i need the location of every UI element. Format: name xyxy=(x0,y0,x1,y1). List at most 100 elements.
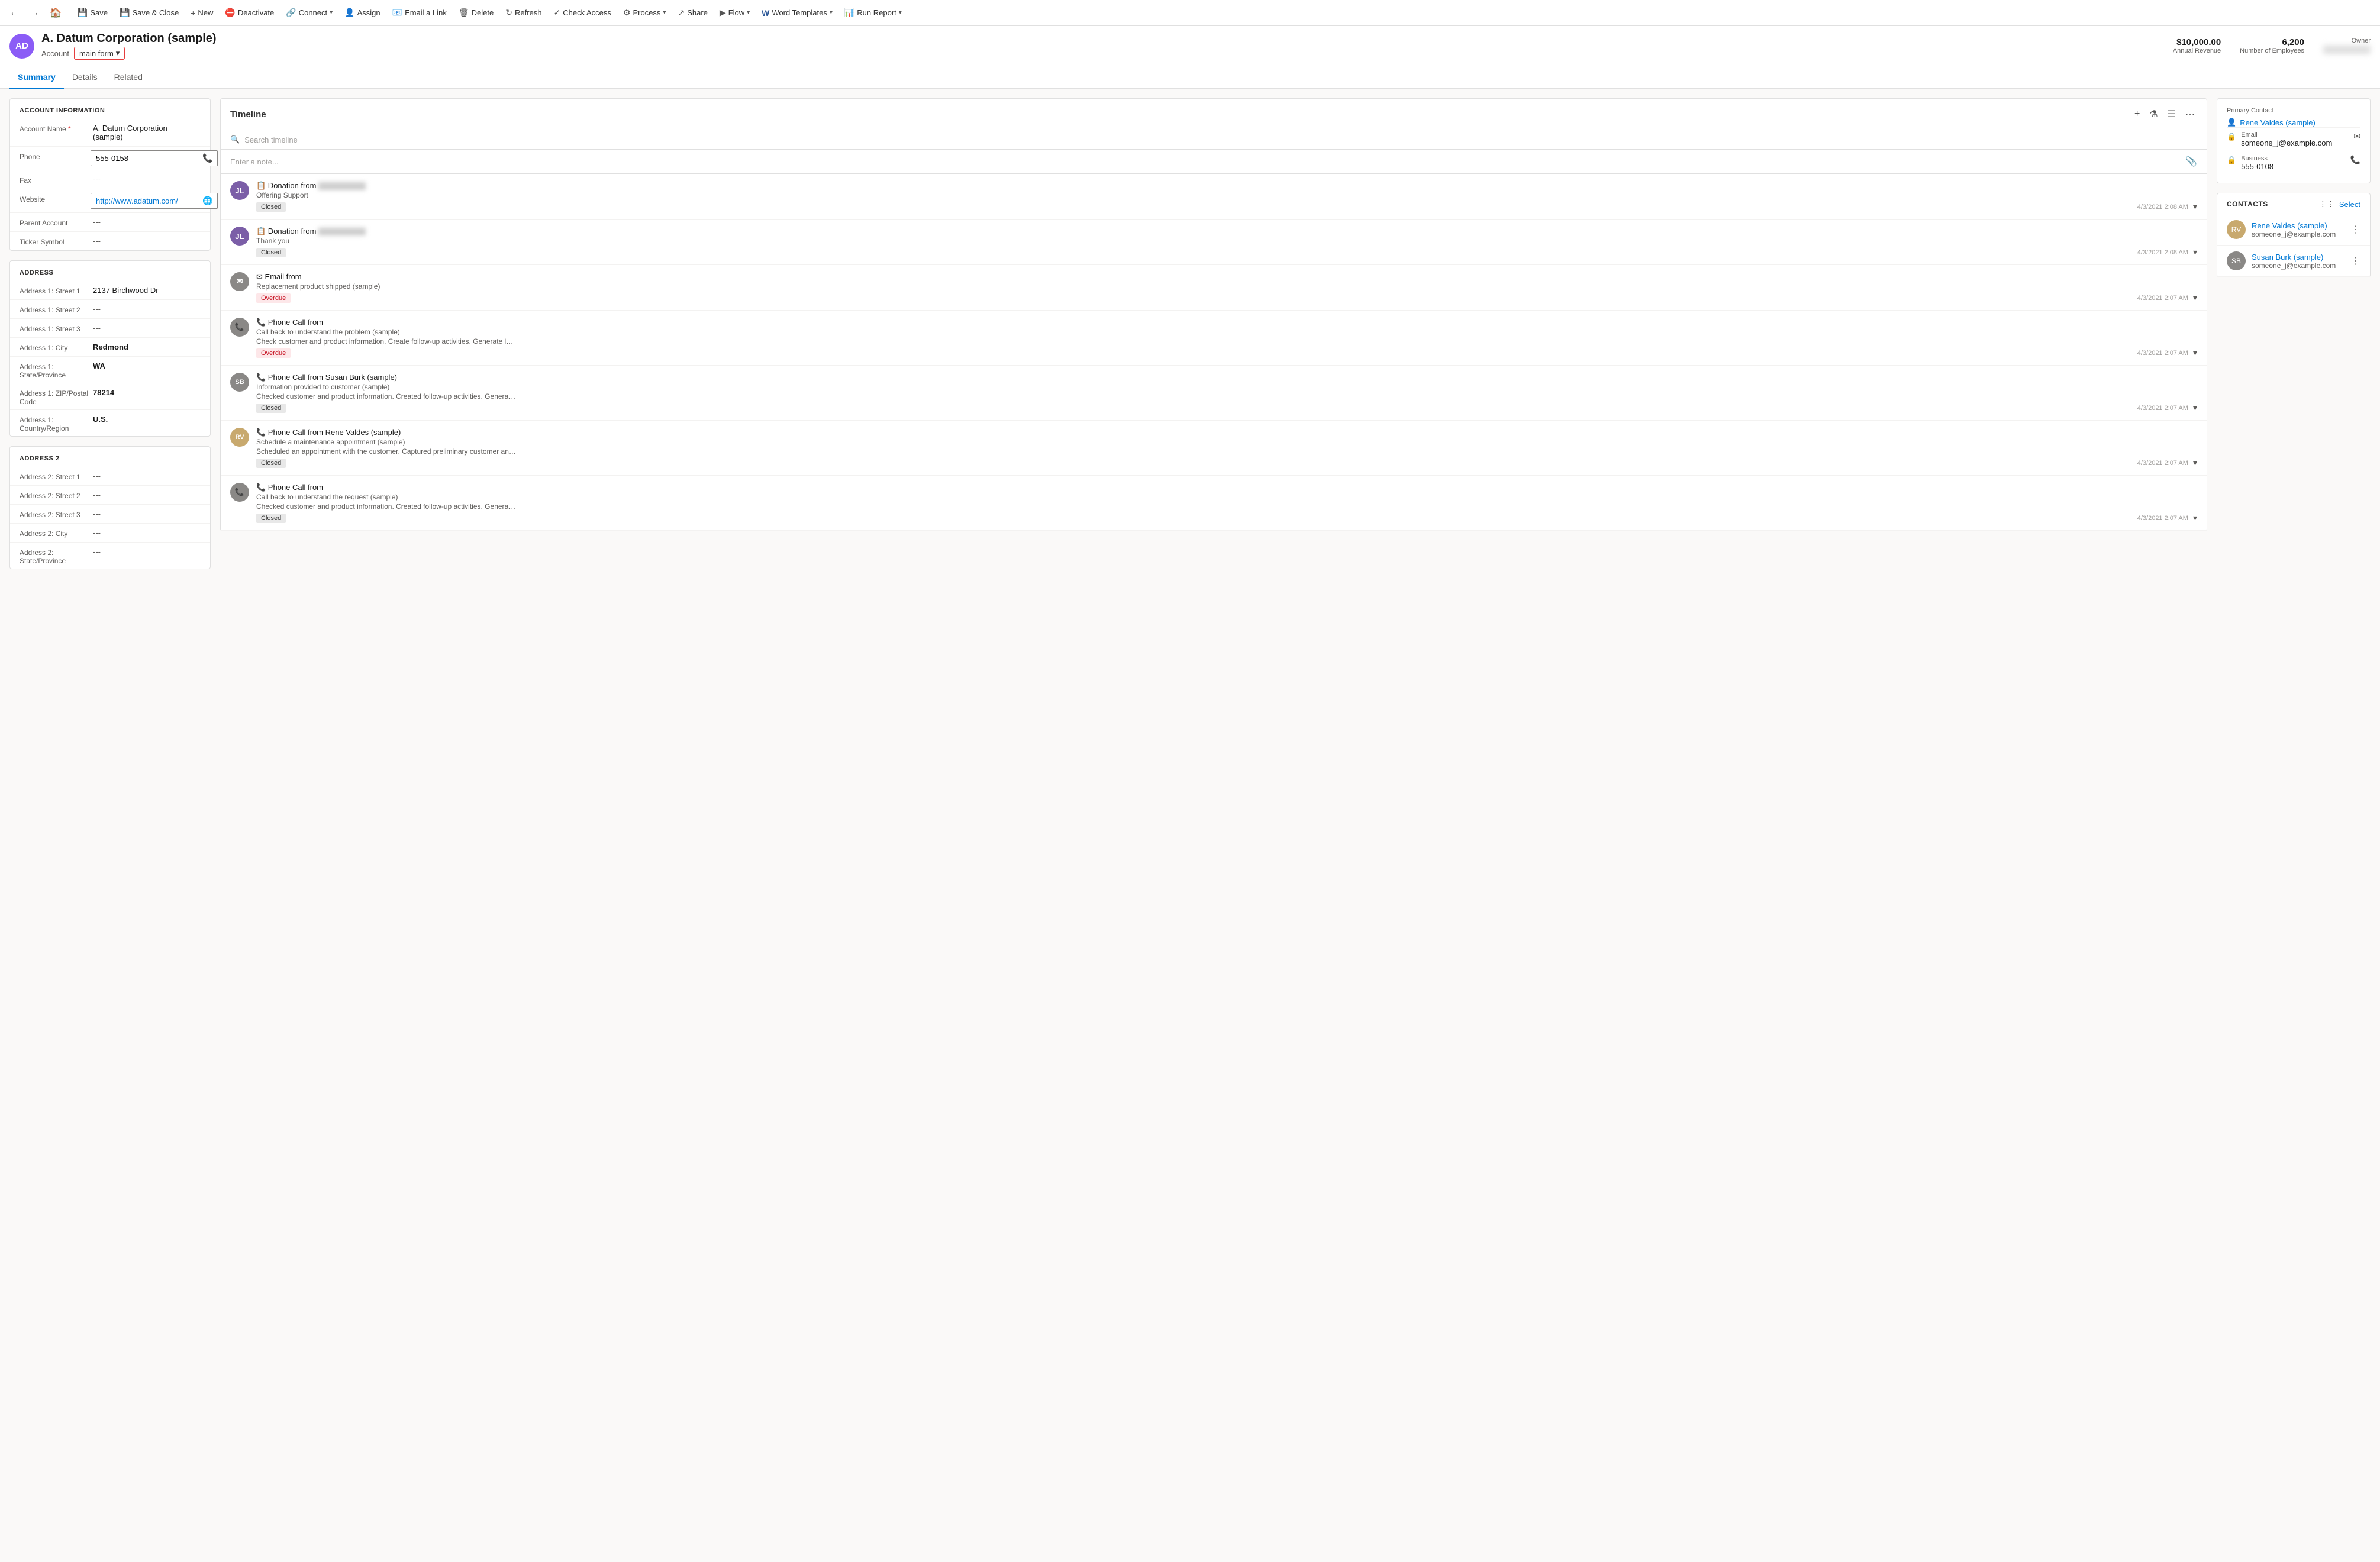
email-link-button[interactable]: 📧 Email a Link xyxy=(386,4,453,21)
refresh-button[interactable]: ↻ Refresh xyxy=(499,4,547,21)
address2-card: ADDRESS 2 Address 2: Street 1 --- Addres… xyxy=(9,446,211,569)
tl-time: 4/3/2021 2:07 AM xyxy=(2137,350,2188,357)
fax-label: Fax xyxy=(20,174,91,185)
timeline-search-bar[interactable]: 🔍 Search timeline xyxy=(221,130,2207,150)
timeline-more-button[interactable]: ⋯ xyxy=(2183,106,2197,122)
check-access-label: Check Access xyxy=(563,8,611,17)
contact-avatar: RV xyxy=(2227,220,2246,239)
back-button[interactable]: ← xyxy=(5,4,24,22)
word-templates-label: Word Templates xyxy=(772,8,827,17)
parent-value: --- xyxy=(91,217,201,228)
deactivate-label: Deactivate xyxy=(238,8,274,17)
contact-menu-icon[interactable]: ⋮ xyxy=(2351,255,2360,267)
deactivate-button[interactable]: ⛔ Deactivate xyxy=(219,4,280,21)
addr1-state-value: WA xyxy=(91,360,201,372)
addr2-street3-label: Address 2: Street 3 xyxy=(20,508,91,519)
email-link-label: Email a Link xyxy=(405,8,447,17)
note-bar[interactable]: Enter a note... 📎 xyxy=(221,150,2207,174)
expand-icon[interactable]: ▾ xyxy=(2193,513,2197,523)
account-name-label: Account Name xyxy=(20,122,91,133)
tl-time: 4/3/2021 2:07 AM xyxy=(2137,460,2188,467)
addr1-street1-row: Address 1: Street 1 2137 Birchwood Dr xyxy=(10,281,210,300)
run-report-label: Run Report xyxy=(857,8,896,17)
addr2-street2-row: Address 2: Street 2 --- xyxy=(10,486,210,505)
tl-avatar: 📞 xyxy=(230,318,249,337)
address1-title: ADDRESS xyxy=(10,261,210,281)
delete-button[interactable]: 🗑 Delete xyxy=(453,4,499,21)
timeline-search-placeholder: Search timeline xyxy=(244,135,298,144)
contact-name[interactable]: Rene Valdes (sample) xyxy=(2252,221,2345,230)
tl-avatar: SB xyxy=(230,373,249,392)
connect-button[interactable]: 🔗 Connect ▾ xyxy=(280,4,338,21)
website-input[interactable]: 🌐 xyxy=(91,193,218,209)
process-dropdown-icon: ▾ xyxy=(663,9,666,16)
tl-content: 📞 Phone Call from Call back to understan… xyxy=(256,318,2197,358)
timeline-add-button[interactable]: + xyxy=(2132,106,2142,122)
address2-title: ADDRESS 2 xyxy=(10,447,210,467)
contacts-select-button[interactable]: Select xyxy=(2339,200,2360,209)
addr1-zip-value: 78214 xyxy=(91,387,201,398)
tl-subtitle: Replacement product shipped (sample) xyxy=(256,282,2197,291)
note-placeholder: Enter a note... xyxy=(230,157,279,166)
tl-meta: Overdue 4/3/2021 2:07 AM ▾ xyxy=(256,348,2197,358)
assign-button[interactable]: 👤 Assign xyxy=(338,4,386,21)
addr2-street3-value: --- xyxy=(91,508,201,519)
contact-name[interactable]: Susan Burk (sample) xyxy=(2252,253,2345,262)
delete-icon: 🗑 xyxy=(459,8,469,18)
expand-icon[interactable]: ▾ xyxy=(2193,247,2197,257)
tl-subtitle: Offering Support xyxy=(256,191,2197,199)
phone-input[interactable]: 📞 xyxy=(91,150,218,166)
word-templates-button[interactable]: W Word Templates ▾ xyxy=(756,5,839,21)
tab-summary[interactable]: Summary xyxy=(9,66,64,89)
forward-button[interactable]: → xyxy=(25,4,44,22)
tl-title: 📞 Phone Call from Susan Burk (sample) xyxy=(256,373,2197,382)
form-selector[interactable]: main form ▾ xyxy=(74,47,125,60)
website-field[interactable] xyxy=(96,196,200,205)
contacts-card: CONTACTS ⋮⋮ Select RV Rene Valdes (sampl… xyxy=(2217,193,2371,277)
tl-content: 📋 Donation from Thank you Closed 4/3/202… xyxy=(256,227,2197,257)
tl-subtitle: Thank you xyxy=(256,237,2197,245)
addr2-city-value: --- xyxy=(91,527,201,538)
contact-menu-icon[interactable]: ⋮ xyxy=(2351,224,2360,235)
left-column: ACCOUNT INFORMATION Account Name A. Datu… xyxy=(9,98,211,1553)
email-action-icon[interactable]: ✉ xyxy=(2353,131,2360,141)
process-button[interactable]: ⚙ Process ▾ xyxy=(617,4,672,21)
word-templates-icon: W xyxy=(762,8,769,18)
save-close-button[interactable]: 💾 Save & Close xyxy=(114,4,185,21)
home-button[interactable]: 🏠 xyxy=(45,4,66,22)
tab-details[interactable]: Details xyxy=(64,66,106,89)
phone-row: Phone 📞 xyxy=(10,147,210,170)
check-access-button[interactable]: ✓ Check Access xyxy=(548,4,617,21)
tab-related[interactable]: Related xyxy=(106,66,151,89)
phone-icon: 📞 xyxy=(256,373,266,382)
expand-icon[interactable]: ▾ xyxy=(2193,202,2197,212)
new-button[interactable]: + New xyxy=(185,5,219,21)
share-button[interactable]: ↗ Share xyxy=(672,4,713,21)
expand-icon[interactable]: ▾ xyxy=(2193,458,2197,468)
timeline-item: RV 📞 Phone Call from Rene Valdes (sample… xyxy=(221,421,2207,476)
flow-button[interactable]: ▶ Flow ▾ xyxy=(714,4,756,21)
phone-action-icon[interactable]: 📞 xyxy=(2350,155,2360,165)
run-report-button[interactable]: 📊 Run Report ▾ xyxy=(839,4,908,21)
tl-meta: Overdue 4/3/2021 2:07 AM ▾ xyxy=(256,293,2197,303)
expand-icon[interactable]: ▾ xyxy=(2193,293,2197,303)
employees-value: 6,200 xyxy=(2240,37,2304,47)
primary-contact-card: Primary Contact 👤 Rene Valdes (sample) 🔒… xyxy=(2217,98,2371,183)
fax-row: Fax --- xyxy=(10,170,210,189)
business-info-block: Business 555-0108 xyxy=(2241,155,2345,171)
addr1-country-value: U.S. xyxy=(91,414,201,425)
flow-icon: ▶ xyxy=(720,8,726,18)
primary-contact-link[interactable]: 👤 Rene Valdes (sample) xyxy=(2227,118,2360,127)
tl-meta: Closed 4/3/2021 2:08 AM ▾ xyxy=(256,247,2197,257)
timeline-list-button[interactable]: ☰ xyxy=(2165,106,2178,122)
phone-field[interactable] xyxy=(96,154,200,163)
assign-label: Assign xyxy=(357,8,380,17)
expand-icon[interactable]: ▾ xyxy=(2193,348,2197,358)
addr2-street3-row: Address 2: Street 3 --- xyxy=(10,505,210,524)
timeline-filter-button[interactable]: ⚗ xyxy=(2147,106,2160,122)
expand-icon[interactable]: ▾ xyxy=(2193,403,2197,413)
refresh-label: Refresh xyxy=(515,8,542,17)
addr1-zip-label: Address 1: ZIP/Postal Code xyxy=(20,387,91,406)
save-button[interactable]: 💾 Save xyxy=(72,4,114,21)
tl-subtitle: Call back to understand the request (sam… xyxy=(256,493,2197,501)
